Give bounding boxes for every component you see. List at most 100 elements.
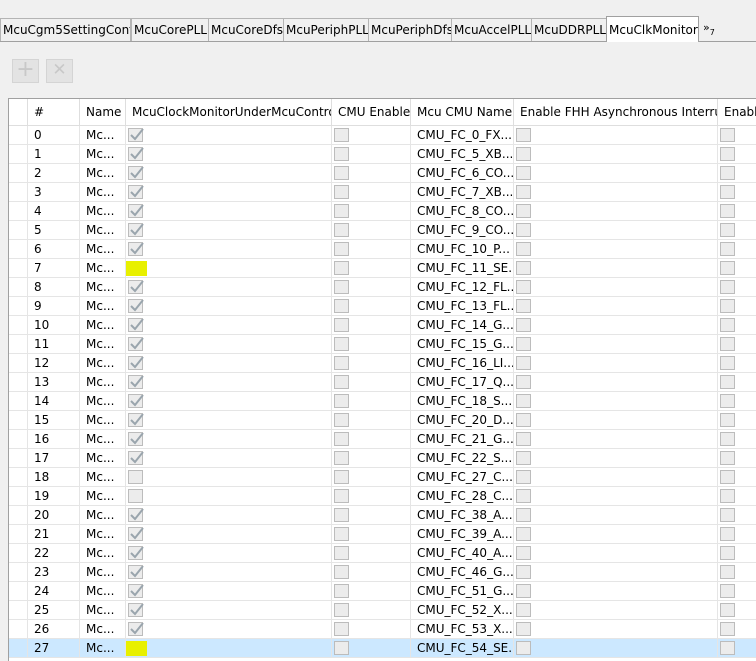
cell-name[interactable]: Mc... [80, 126, 126, 145]
enable-checkbox[interactable] [720, 451, 735, 465]
row-selector[interactable] [9, 563, 28, 582]
enable-checkbox[interactable] [720, 147, 735, 161]
cell-name[interactable]: Mc... [80, 411, 126, 430]
cmu-enable-checkbox[interactable] [334, 223, 349, 237]
cmu-enable-checkbox[interactable] [334, 299, 349, 313]
add-row-button[interactable]: + [12, 59, 39, 83]
enable-fhh-checkbox[interactable] [516, 451, 531, 465]
cell-name[interactable]: Mc... [80, 164, 126, 183]
row-selector[interactable] [9, 316, 28, 335]
enable-checkbox[interactable] [720, 166, 735, 180]
header-col-under-mcu-control[interactable]: McuClockMonitorUnderMcuControl [126, 99, 332, 126]
cell-name[interactable]: Mc... [80, 430, 126, 449]
cmu-enable-checkbox[interactable] [334, 318, 349, 332]
cell-name[interactable]: Mc... [80, 297, 126, 316]
enable-checkbox[interactable] [720, 356, 735, 370]
enable-fhh-checkbox[interactable] [516, 166, 531, 180]
enable-checkbox[interactable] [720, 337, 735, 351]
under-mcu-control-checkbox[interactable] [128, 470, 143, 484]
enable-fhh-checkbox[interactable] [516, 527, 531, 541]
enable-fhh-checkbox[interactable] [516, 413, 531, 427]
cmu-enable-checkbox[interactable] [334, 603, 349, 617]
cmu-enable-checkbox[interactable] [334, 356, 349, 370]
enable-checkbox[interactable] [720, 432, 735, 446]
under-mcu-control-checkbox[interactable] [128, 603, 144, 617]
row-selector[interactable] [9, 487, 28, 506]
under-mcu-control-checkbox[interactable] [128, 242, 144, 256]
enable-checkbox[interactable] [720, 299, 735, 313]
enable-fhh-checkbox[interactable] [516, 356, 531, 370]
row-selector[interactable] [9, 544, 28, 563]
under-mcu-control-checkbox[interactable] [128, 508, 144, 522]
enable-fhh-checkbox[interactable] [516, 603, 531, 617]
header-col-name[interactable]: Name [80, 99, 126, 126]
under-mcu-control-checkbox[interactable] [128, 223, 144, 237]
header-col-cmu-enable[interactable]: CMU Enable [332, 99, 411, 126]
enable-fhh-checkbox[interactable] [516, 261, 531, 275]
header-col-cmu-name[interactable]: Mcu CMU Name [411, 99, 514, 126]
enable-checkbox[interactable] [720, 128, 735, 142]
under-mcu-control-checkbox[interactable] [128, 394, 144, 408]
cmu-enable-checkbox[interactable] [334, 128, 349, 142]
row-selector[interactable] [9, 506, 28, 525]
enable-fhh-checkbox[interactable] [516, 394, 531, 408]
enable-checkbox[interactable] [720, 413, 735, 427]
under-mcu-control-checkbox[interactable] [128, 356, 144, 370]
under-mcu-control-checkbox[interactable] [128, 128, 144, 142]
cmu-enable-checkbox[interactable] [334, 622, 349, 636]
enable-fhh-checkbox[interactable] [516, 584, 531, 598]
under-mcu-control-checkbox[interactable] [128, 451, 144, 465]
enable-checkbox[interactable] [720, 318, 735, 332]
under-mcu-control-checkbox[interactable] [128, 432, 144, 446]
cmu-enable-checkbox[interactable] [334, 413, 349, 427]
row-selector[interactable] [9, 145, 28, 164]
cmu-enable-checkbox[interactable] [334, 242, 349, 256]
under-mcu-control-checkbox[interactable] [128, 147, 144, 161]
under-mcu-control-checkbox[interactable] [128, 584, 144, 598]
tab-mcucoredfs[interactable]: McuCoreDfs [208, 18, 284, 41]
cell-name[interactable]: Mc... [80, 145, 126, 164]
cell-name[interactable]: Mc... [80, 487, 126, 506]
row-selector[interactable] [9, 297, 28, 316]
cell-name[interactable]: Mc... [80, 506, 126, 525]
enable-checkbox[interactable] [720, 565, 735, 579]
under-mcu-control-checkbox[interactable] [128, 546, 144, 560]
enable-fhh-checkbox[interactable] [516, 318, 531, 332]
enable-fhh-checkbox[interactable] [516, 508, 531, 522]
tab-mcuperiphdfs[interactable]: McuPeriphDfs [368, 18, 452, 41]
remove-row-button[interactable]: ✕ [46, 59, 73, 83]
enable-fhh-checkbox[interactable] [516, 641, 531, 655]
enable-checkbox[interactable] [720, 622, 735, 636]
row-selector[interactable] [9, 183, 28, 202]
enable-checkbox[interactable] [720, 489, 735, 503]
row-selector[interactable] [9, 164, 28, 183]
under-mcu-control-checkbox[interactable] [128, 565, 144, 579]
cell-name[interactable]: Mc... [80, 639, 126, 658]
tab-mcucorepll[interactable]: McuCorePLL [131, 18, 209, 41]
row-selector[interactable] [9, 221, 28, 240]
tab-mcuclkmonitor[interactable]: McuClkMonitor [606, 16, 699, 42]
cell-name[interactable]: Mc... [80, 240, 126, 259]
cmu-enable-checkbox[interactable] [334, 470, 349, 484]
row-selector[interactable] [9, 449, 28, 468]
cmu-enable-checkbox[interactable] [334, 280, 349, 294]
enable-checkbox[interactable] [720, 394, 735, 408]
enable-fhh-checkbox[interactable] [516, 147, 531, 161]
cell-name[interactable]: Mc... [80, 544, 126, 563]
enable-fhh-checkbox[interactable] [516, 375, 531, 389]
enable-checkbox[interactable] [720, 204, 735, 218]
row-selector[interactable] [9, 430, 28, 449]
cmu-enable-checkbox[interactable] [334, 166, 349, 180]
row-selector[interactable] [9, 620, 28, 639]
cell-name[interactable]: Mc... [80, 525, 126, 544]
enable-checkbox[interactable] [720, 185, 735, 199]
cmu-enable-checkbox[interactable] [334, 641, 349, 655]
cmu-enable-checkbox[interactable] [334, 584, 349, 598]
enable-checkbox[interactable] [720, 223, 735, 237]
enable-checkbox[interactable] [720, 603, 735, 617]
enable-checkbox[interactable] [720, 584, 735, 598]
enable-fhh-checkbox[interactable] [516, 489, 531, 503]
enable-checkbox[interactable] [720, 546, 735, 560]
enable-fhh-checkbox[interactable] [516, 337, 531, 351]
row-selector[interactable] [9, 278, 28, 297]
